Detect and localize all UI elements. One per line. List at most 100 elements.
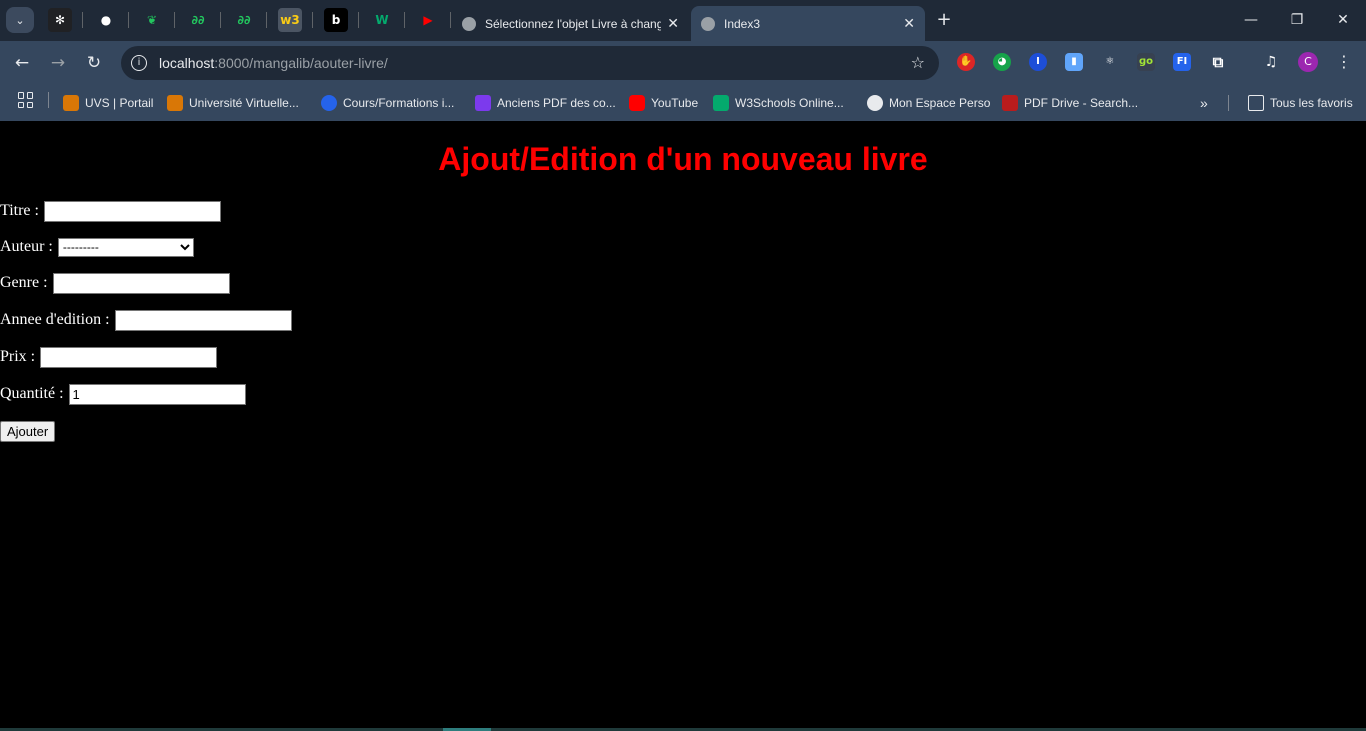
github-icon[interactable]: ● <box>94 8 118 32</box>
close-window-button[interactable]: ✕ <box>1320 9 1366 31</box>
minimize-button[interactable]: — <box>1228 9 1274 31</box>
bookmark-item[interactable]: Cours/Formations i... <box>321 92 454 114</box>
bookmark-label: W3Schools Online... <box>735 96 844 110</box>
browser-chrome: ⌄ ✻ ● ❦ ∂∂ ∂∂ w3 b W ▶ Sélectionnez l'ob… <box>0 0 1366 121</box>
titre-input[interactable] <box>43 200 221 222</box>
tab-separator <box>266 12 267 28</box>
more-bookmarks-chevron-icon[interactable]: » <box>1200 92 1208 114</box>
extension-icon[interactable]: ◕ <box>993 53 1011 71</box>
toolbar: ← → ↻ i localhost:8000/mangalib/aouter-l… <box>0 41 1366 85</box>
tab-search-button[interactable]: ⌄ <box>6 7 34 33</box>
w3-icon[interactable]: w3 <box>278 8 302 32</box>
bookmark-label: PDF Drive - Search... <box>1024 96 1139 110</box>
quantite-input[interactable] <box>68 383 246 405</box>
bookmarks-bar: UVS | Portail Université Virtuelle... Co… <box>0 85 1366 121</box>
tab-separator <box>82 12 83 28</box>
genre-input[interactable] <box>52 272 230 294</box>
bookmark-star-icon[interactable]: ☆ <box>911 53 925 72</box>
tab-separator <box>404 12 405 28</box>
bookmark-item[interactable]: W3Schools Online... <box>713 92 844 114</box>
bookmark-item[interactable]: Anciens PDF des co... <box>475 92 616 114</box>
address-bar[interactable]: i localhost:8000/mangalib/aouter-livre/ … <box>121 46 939 80</box>
prix-label: Prix : <box>0 348 36 365</box>
bookmark-label: Cours/Formations i... <box>343 96 455 110</box>
folder-icon <box>1248 95 1264 111</box>
annee-row: Annee d'edition : <box>0 309 292 331</box>
pdf-icon <box>475 95 491 111</box>
adblock-icon[interactable]: ✋ <box>957 53 975 71</box>
tab-separator <box>128 12 129 28</box>
page-title: Ajout/Edition d'un nouveau livre <box>438 141 928 177</box>
globe-icon <box>701 16 715 31</box>
tab-index3[interactable]: Index3 ✕ <box>691 6 925 41</box>
titre-row: Titre : <box>0 200 221 222</box>
url-host: localhost <box>159 55 215 71</box>
tab-separator <box>450 12 451 28</box>
uvs-icon[interactable]: ❦ <box>140 8 164 32</box>
site-info-icon[interactable]: i <box>131 55 147 71</box>
media-controls-icon[interactable]: ♫ <box>1262 53 1280 71</box>
bookmark-item[interactable]: UVS | Portail <box>63 92 153 114</box>
bookmark-separator <box>1228 95 1229 111</box>
bold-b-icon[interactable]: b <box>324 8 348 32</box>
auteur-label: Auteur : <box>0 238 53 255</box>
geeksforgeeks-icon[interactable]: ∂∂ <box>186 8 210 32</box>
tab-separator <box>174 12 175 28</box>
react-devtools-icon[interactable]: ⚛ <box>1101 53 1119 71</box>
tab-separator <box>220 12 221 28</box>
w3schools-icon <box>713 95 729 111</box>
prix-input[interactable] <box>40 346 218 368</box>
url-text[interactable]: localhost:8000/mangalib/aouter-livre/ <box>159 55 388 71</box>
titre-label: Titre : <box>0 202 39 219</box>
puzzle-extensions-icon[interactable]: ⧉ <box>1209 53 1227 71</box>
course-icon <box>321 95 337 111</box>
youtube-icon <box>629 95 645 111</box>
auteur-select[interactable]: --------- <box>57 237 194 257</box>
bookmark-label: YouTube <box>651 96 699 110</box>
back-button[interactable]: ← <box>10 51 34 75</box>
docs-icon[interactable]: ▮ <box>1065 53 1083 71</box>
annee-label: Annee d'edition : <box>0 311 110 328</box>
close-icon[interactable]: ✕ <box>903 15 915 32</box>
genre-label: Genre : <box>0 274 48 291</box>
youtube-icon[interactable]: ▶ <box>416 8 440 32</box>
close-icon[interactable]: ✕ <box>667 15 679 32</box>
bitwarden-icon[interactable]: I <box>1029 53 1047 71</box>
restore-button[interactable]: ❐ <box>1274 9 1320 31</box>
menu-kebab-icon[interactable]: ⋮ <box>1336 52 1352 72</box>
tab-separator <box>358 12 359 28</box>
uvs-icon <box>167 95 183 111</box>
genre-row: Genre : <box>0 272 230 294</box>
new-tab-button[interactable]: + <box>934 9 954 31</box>
pdfdrive-icon <box>1002 95 1018 111</box>
tab-admin-livre[interactable]: Sélectionnez l'objet Livre à changer ✕ <box>452 6 689 41</box>
extension-icon[interactable]: FI <box>1173 53 1191 71</box>
all-bookmarks-label: Tous les favoris <box>1270 96 1353 110</box>
reload-button[interactable]: ↻ <box>82 51 106 75</box>
auteur-row: Auteur : --------- <box>0 236 194 258</box>
bookmark-item[interactable]: Mon Espace Perso <box>867 92 990 114</box>
w3schools-icon[interactable]: W <box>370 8 394 32</box>
bookmark-item[interactable]: Université Virtuelle... <box>167 92 299 114</box>
bookmark-label: Anciens PDF des co... <box>497 96 616 110</box>
bookmark-label: Mon Espace Perso <box>889 96 991 110</box>
bookmark-item[interactable]: PDF Drive - Search... <box>1002 92 1138 114</box>
url-path: :8000/mangalib/aouter-livre/ <box>214 55 388 71</box>
geeksforgeeks-icon[interactable]: ∂∂ <box>232 8 256 32</box>
tab-strip: ⌄ ✻ ● ❦ ∂∂ ∂∂ w3 b W ▶ Sélectionnez l'ob… <box>0 0 1366 41</box>
all-bookmarks-folder[interactable]: Tous les favoris <box>1248 92 1353 114</box>
tab-title: Sélectionnez l'objet Livre à changer <box>485 16 662 31</box>
prix-row: Prix : <box>0 346 218 368</box>
avatar[interactable]: C <box>1298 52 1318 72</box>
tab-separator <box>312 12 313 28</box>
extension-icon[interactable]: ɡo <box>1137 53 1155 71</box>
apps-grid-icon[interactable] <box>18 92 34 108</box>
quantite-label: Quantité : <box>0 385 64 402</box>
bookmark-item[interactable]: YouTube <box>629 92 698 114</box>
page-content: Ajout/Edition d'un nouveau livre Titre :… <box>0 121 1366 731</box>
openai-icon[interactable]: ✻ <box>48 8 72 32</box>
forward-button[interactable]: → <box>46 51 70 75</box>
annee-input[interactable] <box>114 309 292 331</box>
globe-icon <box>867 95 883 111</box>
ajouter-button[interactable]: Ajouter <box>0 421 56 442</box>
